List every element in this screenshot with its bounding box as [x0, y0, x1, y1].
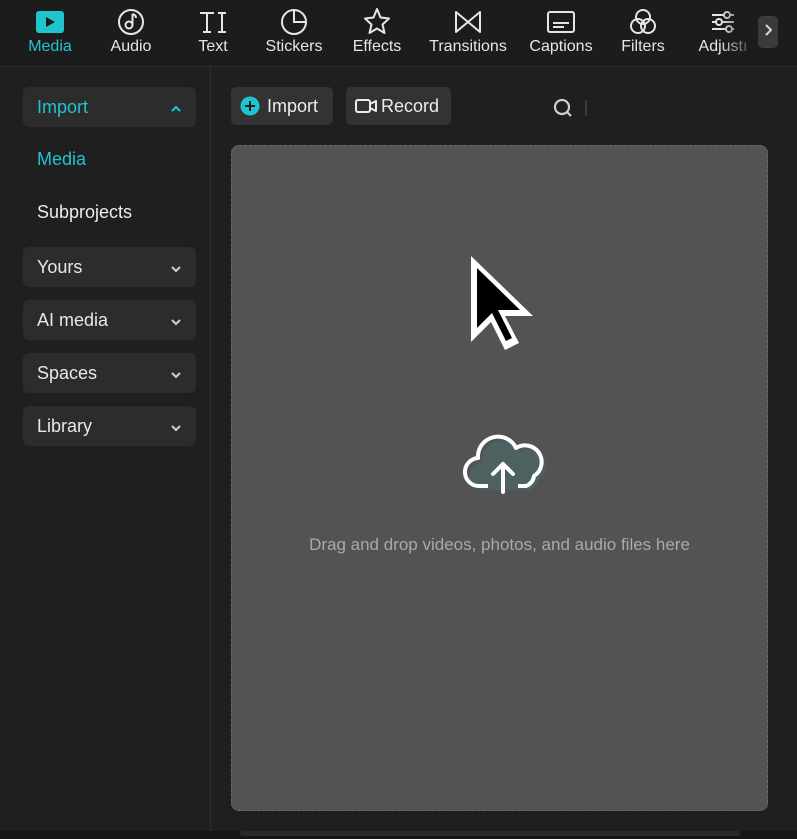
- chevron-down-icon: [170, 310, 182, 331]
- chevron-down-icon: [170, 363, 182, 384]
- toolbar-scroll-right-button[interactable]: [758, 16, 778, 48]
- sidebar-group-label: Spaces: [37, 362, 98, 383]
- import-button-label: Import: [267, 95, 319, 116]
- tab-filters[interactable]: Filters: [616, 0, 670, 66]
- tab-audio[interactable]: Audio: [104, 0, 158, 66]
- horizontal-scrollbar[interactable]: [240, 831, 740, 836]
- cloud-upload-icon: [462, 428, 546, 498]
- chevron-down-icon: [170, 416, 182, 437]
- tab-text[interactable]: Text: [192, 0, 234, 66]
- text-icon: [197, 7, 229, 37]
- sidebar-item-media[interactable]: Media: [37, 149, 86, 170]
- search-icon[interactable]: [553, 98, 573, 118]
- dropzone-text: Drag and drop videos, photos, and audio …: [309, 535, 690, 554]
- top-toolbar: Media Audio Text Stickers Effects Transi…: [0, 0, 797, 67]
- transitions-icon: [452, 7, 484, 37]
- tab-label: Filters: [621, 38, 665, 55]
- upload-dropzone[interactable]: Drag and drop videos, photos, and audio …: [231, 145, 768, 811]
- sidebar-group-label: Library: [37, 415, 93, 436]
- captions-icon: [545, 7, 577, 37]
- sidebar-item-subprojects[interactable]: Subprojects: [37, 202, 132, 223]
- tab-stickers[interactable]: Stickers: [260, 0, 328, 66]
- sidebar-group-ai-media[interactable]: AI media: [23, 300, 196, 340]
- tab-label: Transitions: [429, 38, 507, 55]
- import-button[interactable]: Import: [231, 87, 333, 125]
- adjust-icon: [707, 7, 739, 37]
- sidebar-group-label: Yours: [37, 256, 83, 277]
- sidebar-group-library[interactable]: Library: [23, 406, 196, 446]
- tab-label: Captions: [529, 38, 593, 55]
- tab-adjust[interactable]: Adjustı: [690, 0, 756, 66]
- sidebar-group-yours[interactable]: Yours: [23, 247, 196, 287]
- tab-label: Adjustı: [698, 38, 748, 55]
- effects-icon: [361, 7, 393, 37]
- record-button[interactable]: Record: [346, 87, 451, 125]
- stickers-icon: [278, 7, 310, 37]
- chevron-up-icon: [170, 97, 182, 118]
- bottom-strip: [0, 831, 797, 839]
- media-icon: [34, 7, 66, 37]
- chevron-right-icon: [763, 23, 773, 42]
- sidebar: Import Media Subprojects Yours AI media …: [0, 67, 211, 831]
- app-window: Media Audio Text Stickers Effects Transi…: [0, 0, 797, 839]
- tab-effects[interactable]: Effects: [346, 0, 408, 66]
- sidebar-group-spaces[interactable]: Spaces: [23, 353, 196, 393]
- video-camera-icon: [355, 98, 377, 114]
- sidebar-group-label: AI media: [37, 309, 109, 330]
- tab-media[interactable]: Media: [22, 0, 78, 66]
- tab-label: Text: [198, 38, 228, 55]
- sidebar-import-label: Import: [37, 96, 89, 117]
- tab-label: Stickers: [265, 38, 323, 55]
- mouse-cursor-icon: [467, 252, 539, 352]
- plus-circle-icon: [240, 96, 260, 116]
- tab-label: Media: [28, 38, 72, 55]
- tab-captions[interactable]: Captions: [524, 0, 598, 66]
- tab-transitions[interactable]: Transitions: [424, 0, 512, 66]
- chevron-down-icon: [170, 257, 182, 278]
- filters-icon: [627, 7, 659, 37]
- media-panel: Import Record Drag and drop videos, phot…: [211, 67, 797, 831]
- search-input[interactable]: [585, 100, 587, 116]
- audio-icon: [115, 7, 147, 37]
- sidebar-import-toggle[interactable]: Import: [23, 87, 196, 127]
- record-button-label: Record: [381, 95, 440, 116]
- tab-label: Effects: [352, 38, 402, 55]
- tab-label: Audio: [110, 38, 152, 55]
